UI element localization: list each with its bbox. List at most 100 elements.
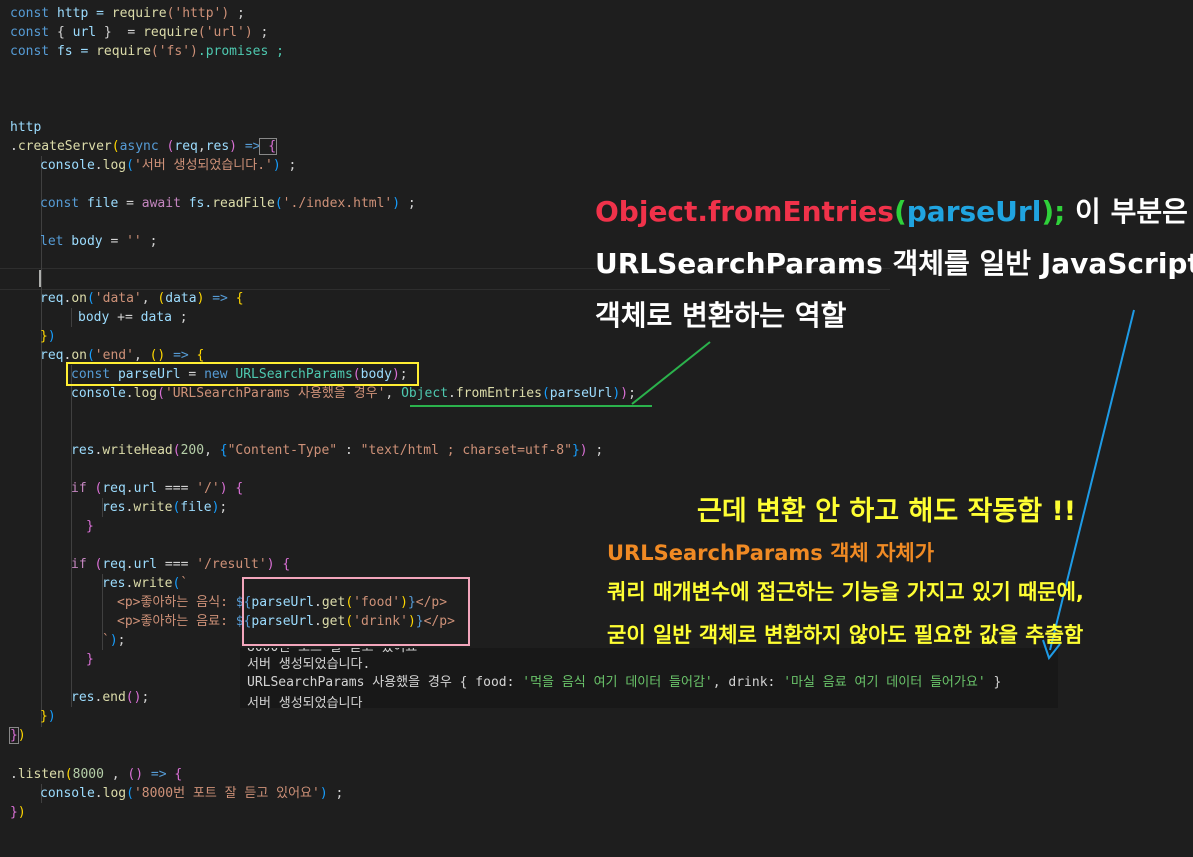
code-token: === (157, 557, 197, 572)
code-token: ) (392, 196, 401, 211)
code-token: require (96, 44, 151, 59)
code-line-16[interactable]: req.on('data', (data) => { (40, 289, 244, 308)
code-token: ) (17, 728, 26, 743)
code-token: req (102, 557, 126, 572)
code-line-27[interactable]: res.write(file); (102, 498, 227, 517)
code-token: async (119, 139, 159, 154)
code-token: '' (126, 234, 142, 249)
code-token: readFile (212, 196, 275, 211)
code-line-42[interactable]: console.log('8000번 포트 잘 듣고 있어요') ; (40, 784, 343, 803)
code-token: { (227, 291, 244, 306)
code-line-2[interactable]: const { url } = require('url') ; (10, 23, 268, 42)
code-token: ('url') (197, 25, 253, 40)
code-token: ) (47, 709, 56, 724)
code-token: ; (400, 196, 416, 211)
code-token: console (40, 158, 95, 173)
code-line-39[interactable]: }) (9, 726, 26, 745)
code-token: 'end' (94, 348, 134, 363)
code-token: data (140, 310, 172, 325)
code-token: ) (47, 329, 56, 344)
code-line-8[interactable]: .createServer(async (req,res) => { (10, 137, 278, 156)
code-token: ) (229, 139, 245, 154)
code-token: ) (579, 443, 588, 458)
code-token: end (102, 690, 126, 705)
code-token: . (125, 557, 134, 572)
code-token: ; (587, 443, 604, 458)
code-token: 'URLSearchParams 사용했을 경우' (164, 386, 386, 401)
code-token: ; (171, 310, 188, 325)
code-token: fs = (49, 44, 97, 59)
code-token: , (197, 139, 206, 154)
code-line-41[interactable]: .listen(8000 , () => { (10, 765, 182, 784)
code-token: parseUrl (549, 386, 613, 401)
code-line-13[interactable]: let body = '' ; (40, 232, 157, 251)
code-line-17[interactable]: body += data ; (78, 308, 188, 327)
code-token: ; (628, 386, 636, 401)
code-token: . (10, 139, 18, 154)
code-token: } (86, 652, 94, 667)
annotation-token: 이 부분은 (1065, 195, 1188, 228)
code-token: } (40, 709, 48, 724)
code-line-24[interactable]: res.writeHead(200, {"Content-Type" : "te… (71, 441, 603, 460)
code-token: log (102, 786, 127, 801)
code-token: res (205, 139, 230, 154)
code-line-38[interactable]: }) (40, 707, 56, 726)
terminal-output-panel[interactable]: 8000번 포트 잘 듣고 있어요 서버 생성되었습니다. URLSearchP… (240, 648, 1058, 708)
code-line-7[interactable]: http (10, 118, 41, 137)
code-token: ; (117, 633, 126, 648)
code-token: fs. (180, 196, 213, 211)
code-editor[interactable]: const http = require('http') ; const { u… (0, 0, 1193, 857)
code-token: { (188, 348, 205, 363)
code-token: { (259, 138, 278, 155)
code-token: ) (319, 786, 328, 801)
code-token: if (71, 557, 87, 572)
code-token: http = (49, 6, 112, 21)
code-line-31[interactable]: res.write(` (102, 574, 188, 593)
code-token: req (40, 291, 64, 306)
code-token: console (40, 786, 95, 801)
code-line-43[interactable]: }) (10, 803, 26, 822)
code-line-28[interactable]: } (86, 517, 94, 536)
code-token: ) (219, 481, 228, 496)
annotation-token: ( (893, 195, 907, 228)
code-token: "Content-Type" (227, 443, 338, 458)
code-token: listen (17, 767, 65, 782)
code-token: data (165, 291, 197, 306)
code-token: const (10, 6, 50, 21)
code-token: ( (172, 443, 181, 458)
code-token: req (174, 139, 198, 154)
code-token: body (78, 310, 110, 325)
code-token: res (71, 690, 95, 705)
code-token: 200 (180, 443, 205, 458)
code-line-34[interactable]: `); (102, 631, 125, 650)
code-token: } (40, 329, 48, 344)
code-line-9[interactable]: console.log('서버 생성되었습니다.') ; (40, 156, 296, 175)
code-token: const (10, 25, 50, 40)
code-line-3[interactable]: const fs = require('fs').promises ; (10, 42, 284, 61)
code-line-11[interactable]: const file = await fs.readFile('./index.… (40, 194, 416, 213)
annotation-token: ); (1041, 195, 1066, 228)
code-token: } (571, 443, 580, 458)
terminal-line: URLSearchParams 사용했을 경우 { food: '먹을 음식 여… (247, 674, 1001, 692)
code-token: ( (541, 386, 550, 401)
annotation-headline: 근데 변환 안 하고 해도 작동함 !! (697, 496, 1077, 527)
code-token: ( (274, 196, 283, 211)
code-token: ( (111, 139, 120, 154)
code-line-35[interactable]: } (86, 650, 94, 669)
code-token: "text/html ; charset=utf-8" (360, 443, 572, 458)
code-token: , (103, 767, 128, 782)
code-token: const (10, 44, 50, 59)
code-token: } (10, 805, 18, 820)
code-token: { (166, 767, 183, 782)
code-line-30[interactable]: if (req.url === '/result') { (71, 555, 290, 574)
code-line-21[interactable]: console.log('URLSearchParams 사용했을 경우', O… (71, 384, 636, 403)
code-line-18[interactable]: }) (40, 327, 56, 346)
code-token: ) (620, 386, 629, 401)
code-line-1[interactable]: const http = require('http') ; (10, 4, 245, 23)
code-line-26[interactable]: if (req.url === '/') { (71, 479, 243, 498)
code-line-37[interactable]: res.end(); (71, 688, 149, 707)
code-token: . (125, 481, 134, 496)
code-token: const (40, 196, 80, 211)
code-token: ; (229, 6, 245, 21)
code-token: <p>좋아하는 음료: (117, 614, 236, 629)
